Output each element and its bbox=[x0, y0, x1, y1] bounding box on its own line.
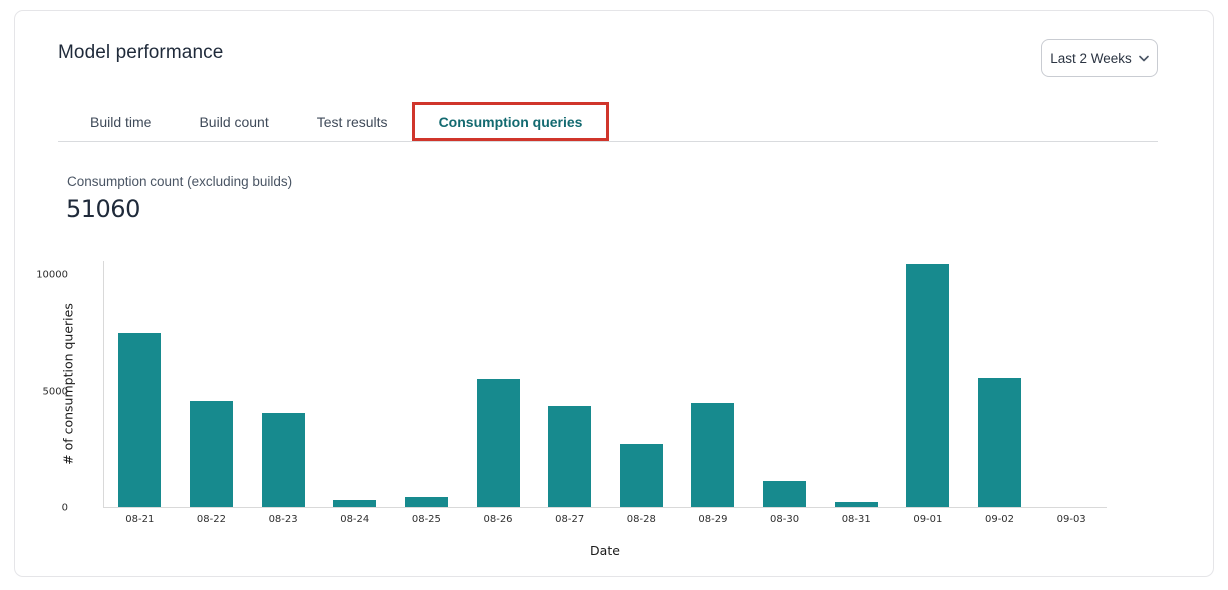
bar-slot-08-28: 08-28 bbox=[605, 261, 677, 507]
x-tick-label: 09-02 bbox=[964, 514, 1036, 525]
x-tick-label: 08-29 bbox=[677, 514, 749, 525]
x-tick-label: 08-23 bbox=[247, 514, 319, 525]
bar-09-02 bbox=[978, 378, 1021, 507]
bar-slot-08-21: 08-21 bbox=[104, 261, 176, 507]
x-tick-label: 09-01 bbox=[892, 514, 964, 525]
bar-slot-08-23: 08-23 bbox=[247, 261, 319, 507]
bar-slot-09-01: 09-01 bbox=[892, 261, 964, 507]
bar-08-27 bbox=[548, 406, 591, 507]
y-tick-label: 0 bbox=[8, 503, 68, 514]
y-tick-label: 5000 bbox=[8, 386, 68, 397]
x-tick-label: 08-22 bbox=[176, 514, 248, 525]
y-axis-title: # of consumption queries bbox=[61, 299, 76, 469]
bar-08-23 bbox=[262, 413, 305, 507]
bar-slot-08-22: 08-22 bbox=[176, 261, 248, 507]
bar-08-26 bbox=[477, 379, 520, 507]
bar-slot-08-27: 08-27 bbox=[534, 261, 606, 507]
bar-08-25 bbox=[405, 497, 448, 507]
bar-slot-08-30: 08-30 bbox=[749, 261, 821, 507]
bar-08-28 bbox=[620, 444, 663, 507]
model-performance-card: Model performance Last 2 Weeks Build tim… bbox=[14, 10, 1214, 577]
x-tick-label: 08-24 bbox=[319, 514, 391, 525]
consumption-queries-chart: # of consumption queries 0500010000 08-2… bbox=[15, 11, 1213, 576]
bar-08-21 bbox=[118, 333, 161, 507]
x-tick-label: 08-30 bbox=[749, 514, 821, 525]
x-tick-label: 08-26 bbox=[462, 514, 534, 525]
y-tick-label: 10000 bbox=[8, 270, 68, 281]
bar-08-29 bbox=[691, 403, 734, 507]
x-tick-label: 09-03 bbox=[1035, 514, 1107, 525]
x-tick-label: 08-27 bbox=[534, 514, 606, 525]
x-axis-title: Date bbox=[103, 543, 1107, 558]
bar-09-01 bbox=[906, 264, 949, 507]
x-tick-label: 08-28 bbox=[605, 514, 677, 525]
bar-08-22 bbox=[190, 401, 233, 507]
bar-slot-08-31: 08-31 bbox=[820, 261, 892, 507]
bar-08-30 bbox=[763, 481, 806, 507]
bar-slot-09-02: 09-02 bbox=[964, 261, 1036, 507]
bar-08-24 bbox=[333, 500, 376, 507]
bar-slot-09-03: 09-03 bbox=[1035, 261, 1107, 507]
plot-area: 08-2108-2208-2308-2408-2508-2608-2708-28… bbox=[103, 261, 1107, 508]
bar-08-31 bbox=[835, 502, 878, 507]
x-tick-label: 08-25 bbox=[391, 514, 463, 525]
x-tick-label: 08-31 bbox=[820, 514, 892, 525]
bar-slot-08-25: 08-25 bbox=[391, 261, 463, 507]
bar-slot-08-24: 08-24 bbox=[319, 261, 391, 507]
x-tick-label: 08-21 bbox=[104, 514, 176, 525]
bar-slot-08-26: 08-26 bbox=[462, 261, 534, 507]
bar-slot-08-29: 08-29 bbox=[677, 261, 749, 507]
